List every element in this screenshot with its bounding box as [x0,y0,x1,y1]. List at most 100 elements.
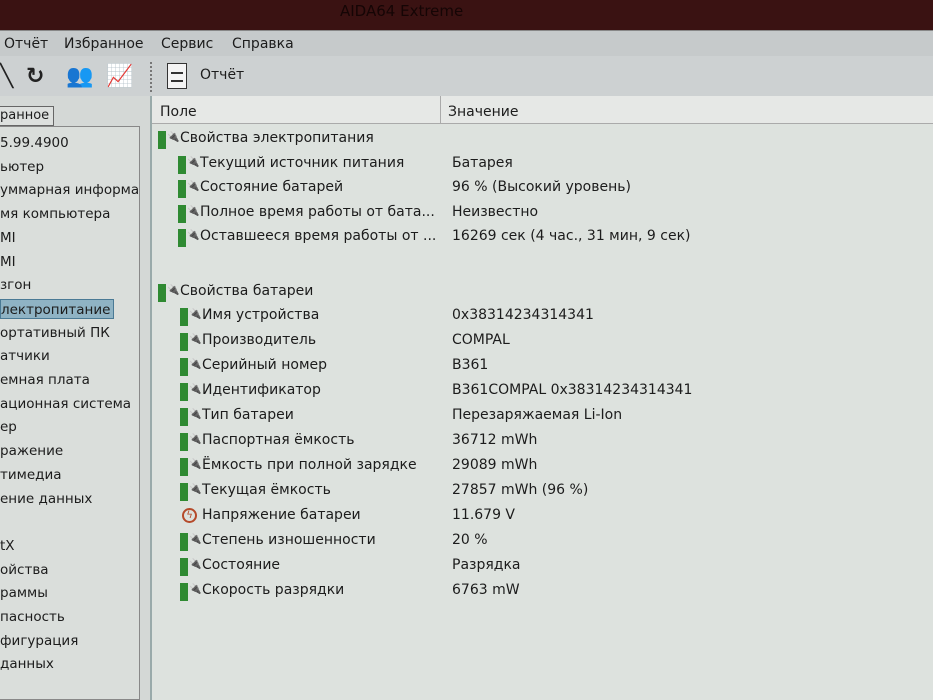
table-row[interactable]: 🔌 Серийный номер B361 [152,355,933,377]
toolbar-separator [150,62,152,92]
sidebar-item[interactable]: атчики [0,346,50,366]
group-header[interactable]: 🔌 Свойства электропитания [152,128,933,150]
table-row[interactable]: 🔌 Паспортная ёмкость 36712 mWh [152,430,933,452]
battery-icon [178,155,186,174]
table-row[interactable]: 🔌 Идентификатор B361COMPAL 0x3831423431434… [152,380,933,402]
table-row[interactable]: 🔌 Ёмкость при полной зарядке 29089 mWh [152,455,933,477]
plug-icon: 🔌 [167,132,180,143]
field-label: Тип батареи [202,407,294,423]
sidebar-item[interactable]: ер [0,417,17,437]
sidebar-item[interactable]: данных [0,654,54,674]
field-value: Батарея [452,154,513,171]
plug-icon: 🔌 [189,434,202,445]
refresh-icon[interactable]: ↻ [26,64,44,89]
battery-icon [178,229,186,247]
field-value: Перезаряжаемая Li-Ion [452,407,623,423]
report-button[interactable]: Отчёт [200,67,244,83]
menu-favorites[interactable]: Избранное [64,36,144,52]
plug-icon: 🔌 [189,359,202,370]
sidebar-item[interactable]: 5.99.4900 [0,133,69,153]
table-row[interactable]: 🔌 Состояние Разрядка [152,555,933,577]
sidebar-item[interactable]: згон [0,275,31,295]
plug-icon: 🔌 [167,284,180,296]
field-label: Текущая ёмкость [202,482,331,498]
table-row[interactable]: 🔌 Состояние батарей 96 % (Высокий уровень) [152,177,933,199]
field-label: Напряжение батареи [202,507,361,523]
field-value: B361COMPAL 0x38314234314341 [452,382,693,398]
field-value: B361 [452,357,489,373]
table-row[interactable]: 🔌 Тип батареи Перезаряжаемая Li-Ion [152,405,933,427]
field-label: Идентификатор [202,382,321,398]
table-row[interactable]: 🔌 Оставшееся время работы от ... 16269 сек… [152,226,933,248]
column-value[interactable]: Значение [448,104,518,120]
users-icon[interactable]: 👥 [66,64,93,89]
sidebar-item[interactable]: tX [0,536,15,556]
table-header: Поле Значение [152,96,933,124]
sidebar-item[interactable]: емная плата [0,370,90,390]
field-label: Скорость разрядки [202,582,345,598]
column-divider[interactable] [440,96,441,124]
tab-favorites[interactable]: ранное [0,106,54,126]
report-icon[interactable] [167,63,187,89]
sidebar-item[interactable]: ражение [0,441,63,461]
navigation-tree[interactable]: 5.99.4900 ьютер уммарная информа мя компьют… [0,126,140,700]
back-icon[interactable]: ╲ [0,64,13,89]
table-row[interactable]: 🔌 Полное время работы от бата... Неизвестн… [152,202,933,224]
menu-report[interactable]: Отчёт [4,36,48,52]
field-label: Текущий источник питания [200,154,405,171]
field-label: Имя устройства [202,307,320,323]
field-label: Состояние [202,557,281,573]
table-row[interactable]: 🔌 Степень изношенности 20 % [152,530,933,552]
plug-icon: 🔌 [187,156,200,168]
table-row[interactable]: ϟ Напряжение батареи 11.679 V [152,505,933,527]
battery-icon [180,533,188,551]
battery-icon [180,333,188,351]
table-row[interactable]: 🔌 Скорость разрядки 6763 mW [152,580,933,602]
sidebar-item[interactable]: пасность [0,607,65,627]
plug-icon: 🔌 [189,384,202,395]
field-label: Паспортная ёмкость [202,432,355,448]
field-label: Производитель [202,332,317,348]
table-row[interactable]: 🔌 Имя устройства 0x38314234314341 [152,305,933,327]
sidebar-item[interactable]: уммарная информа [0,180,139,200]
sidebar-item[interactable]: мя компьютера [0,204,110,224]
battery-icon [180,483,188,501]
table-row[interactable]: 🔌 Текущий источник питания Батарея [152,153,933,175]
sidebar-item[interactable]: MI [0,252,16,272]
field-value: 0x38314234314341 [452,307,594,323]
menu-help[interactable]: Справка [232,36,294,52]
field-label: Полное время работы от бата... [200,203,435,220]
field-value: 36712 mWh [452,432,538,448]
sidebar-item[interactable]: MI [0,228,16,248]
field-label: Состояние батарей [200,179,344,195]
battery-icon [180,383,188,401]
field-value: 27857 mWh (96 %) [452,482,589,498]
plug-icon: 🔌 [189,334,202,345]
table-row[interactable]: 🔌 Текущая ёмкость 27857 mWh (96 %) [152,480,933,502]
field-value: 6763 mW [452,582,520,598]
plug-icon: 🔌 [189,534,202,545]
menu-service[interactable]: Сервис [161,36,213,52]
sidebar-item[interactable]: лектропитание [0,298,115,319]
chart-icon[interactable]: 📈 [106,64,133,89]
field-label: Свойства электропитания [180,130,374,146]
column-field[interactable]: Поле [160,104,197,120]
sidebar-item[interactable]: ортативный ПК [0,323,110,343]
table-row[interactable]: 🔌 Производитель COMPAL [152,330,933,352]
sidebar-item[interactable]: ационная система [0,394,131,414]
battery-icon [158,283,166,302]
battery-icon [180,358,188,376]
sidebar-item[interactable]: ойства [0,560,49,580]
group-header[interactable]: 🔌 Свойства батареи [152,281,933,303]
sidebar-item[interactable]: ение данных [0,489,92,509]
sidebar-item[interactable]: фигурация [0,631,78,651]
plug-icon: 🔌 [189,584,202,595]
sidebar-item[interactable]: тимедиа [0,465,62,485]
battery-icon [180,583,188,601]
battery-icon [180,408,188,426]
sidebar-item[interactable]: ьютер [0,157,44,177]
sidebar-item[interactable]: раммы [0,583,48,603]
voltage-icon: ϟ [182,508,197,523]
plug-icon: 🔌 [187,230,200,241]
field-label: Степень изношенности [202,532,376,548]
